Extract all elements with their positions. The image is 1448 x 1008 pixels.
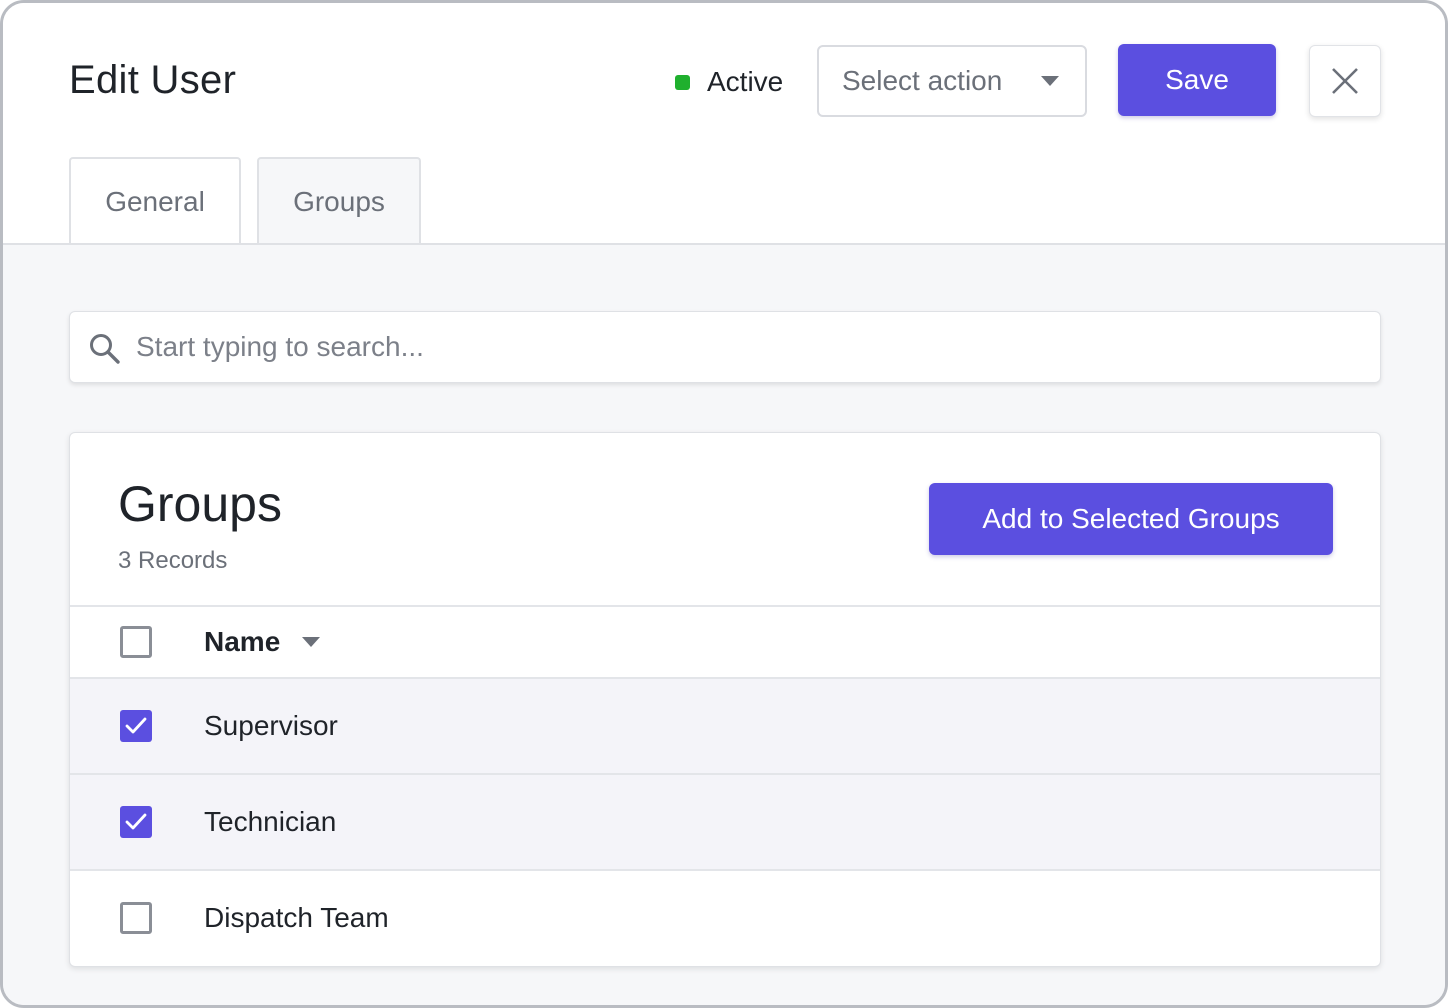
chevron-down-icon xyxy=(302,637,321,647)
table-row[interactable]: Supervisor xyxy=(70,677,1380,773)
add-to-selected-groups-button[interactable]: Add to Selected Groups xyxy=(929,483,1333,555)
select-action-dropdown[interactable]: Select action xyxy=(817,45,1087,117)
name-column-header[interactable]: Name xyxy=(204,626,321,658)
group-name: Technician xyxy=(204,806,337,837)
groups-tab-content: Groups 3 Records Add to Selected Groups … xyxy=(3,243,1445,1005)
card-title: Groups xyxy=(118,476,282,532)
record-count: 3 Records xyxy=(118,547,228,574)
row-checkbox[interactable] xyxy=(120,806,152,838)
row-checkbox[interactable] xyxy=(120,710,152,742)
close-icon xyxy=(1332,68,1358,94)
search-input[interactable] xyxy=(136,312,1356,382)
checkmark-icon xyxy=(125,813,147,830)
table-row[interactable]: Technician xyxy=(70,773,1380,869)
group-name: Supervisor xyxy=(204,710,338,741)
tab-bar: General Groups xyxy=(69,157,437,245)
name-column-label: Name xyxy=(204,626,281,657)
group-name: Dispatch Team xyxy=(204,902,389,933)
search-box xyxy=(69,311,1381,383)
close-button[interactable] xyxy=(1309,45,1381,117)
groups-table: Name Supervisor Technician Dispatch Team xyxy=(70,605,1380,965)
page-title: Edit User xyxy=(69,58,237,102)
edit-user-dialog: Edit User Active Select action Save Gene… xyxy=(0,0,1448,1008)
groups-card: Groups 3 Records Add to Selected Groups … xyxy=(69,432,1381,967)
dialog-header: Edit User Active Select action Save Gene… xyxy=(3,3,1445,245)
save-button[interactable]: Save xyxy=(1118,44,1276,116)
status-label: Active xyxy=(707,66,784,97)
status-dot-icon xyxy=(675,74,690,90)
checkmark-icon xyxy=(125,717,147,734)
status-indicator: Active xyxy=(675,66,783,98)
chevron-down-icon xyxy=(1041,76,1059,86)
table-row[interactable]: Dispatch Team xyxy=(70,869,1380,965)
tab-general[interactable]: General xyxy=(69,157,241,245)
search-icon xyxy=(90,334,120,364)
table-header-row: Name xyxy=(70,605,1380,677)
tab-groups[interactable]: Groups xyxy=(257,157,421,245)
select-action-placeholder: Select action xyxy=(842,65,1003,96)
row-checkbox[interactable] xyxy=(120,902,152,934)
select-all-checkbox[interactable] xyxy=(120,626,152,658)
